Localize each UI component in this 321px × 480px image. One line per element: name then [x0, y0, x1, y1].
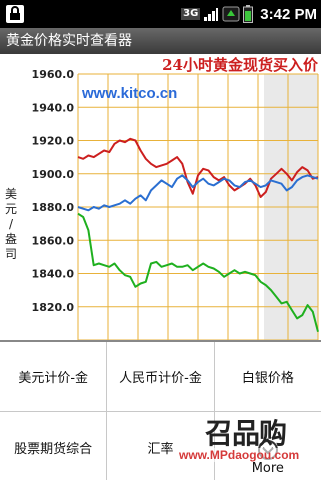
chart-title: 24小时黄金现货买入价 — [162, 56, 319, 74]
y-tick-label: 1920.0 — [32, 135, 75, 148]
y-axis-label: 盎 — [5, 232, 17, 246]
more-label: More — [251, 461, 284, 476]
chart-canvas: 1960.0 1940.0 1920.0 1900.0 1880.0 1860.0 1840… — [5, 56, 319, 340]
network-type-badge: 3G — [181, 8, 201, 20]
y-axis-label: / — [9, 217, 14, 231]
menu-item-exchange-rate[interactable]: 汇率 — [106, 412, 213, 480]
y-tick-label: 1860.0 — [32, 234, 75, 247]
menu-item-stocks-futures[interactable]: 股票期货综合 — [0, 412, 106, 480]
status-bar: 3G 3:42 PM — [0, 0, 321, 28]
more-icon — [257, 440, 278, 460]
sync-icon — [222, 6, 240, 22]
lock-icon — [4, 4, 26, 24]
app-title: 黄金价格实时查看器 — [0, 28, 321, 54]
y-axis-label: 元 — [5, 202, 17, 216]
menu-item-usd-gold[interactable]: 美元计价-金 — [0, 342, 106, 411]
source-watermark: www.kitco.cn — [81, 85, 177, 102]
y-tick-label: 1900.0 — [32, 168, 75, 181]
y-axis-label: 美 — [5, 187, 17, 201]
menu-item-more[interactable]: More — [213, 412, 321, 480]
y-tick-label: 1880.0 — [32, 201, 75, 214]
menu-item-cny-gold[interactable]: 人民币计价-金 — [106, 342, 213, 411]
y-tick-label: 1820.0 — [32, 301, 75, 314]
battery-icon — [243, 5, 254, 23]
y-axis-label: 司 — [5, 247, 17, 261]
menu-item-silver-price[interactable]: 白银价格 — [213, 342, 321, 411]
clock: 3:42 PM — [260, 5, 317, 23]
y-tick-label: 1840.0 — [32, 268, 75, 281]
y-tick-label: 1940.0 — [32, 101, 75, 114]
gold-price-chart: 1960.0 1940.0 1920.0 1900.0 1880.0 1860.0 1840… — [0, 54, 321, 340]
options-menu: 美元计价-金 人民币计价-金 白银价格 股票期货综合 汇率 More — [0, 340, 321, 480]
y-tick-label: 1960.0 — [32, 68, 75, 81]
signal-icon — [204, 8, 219, 21]
